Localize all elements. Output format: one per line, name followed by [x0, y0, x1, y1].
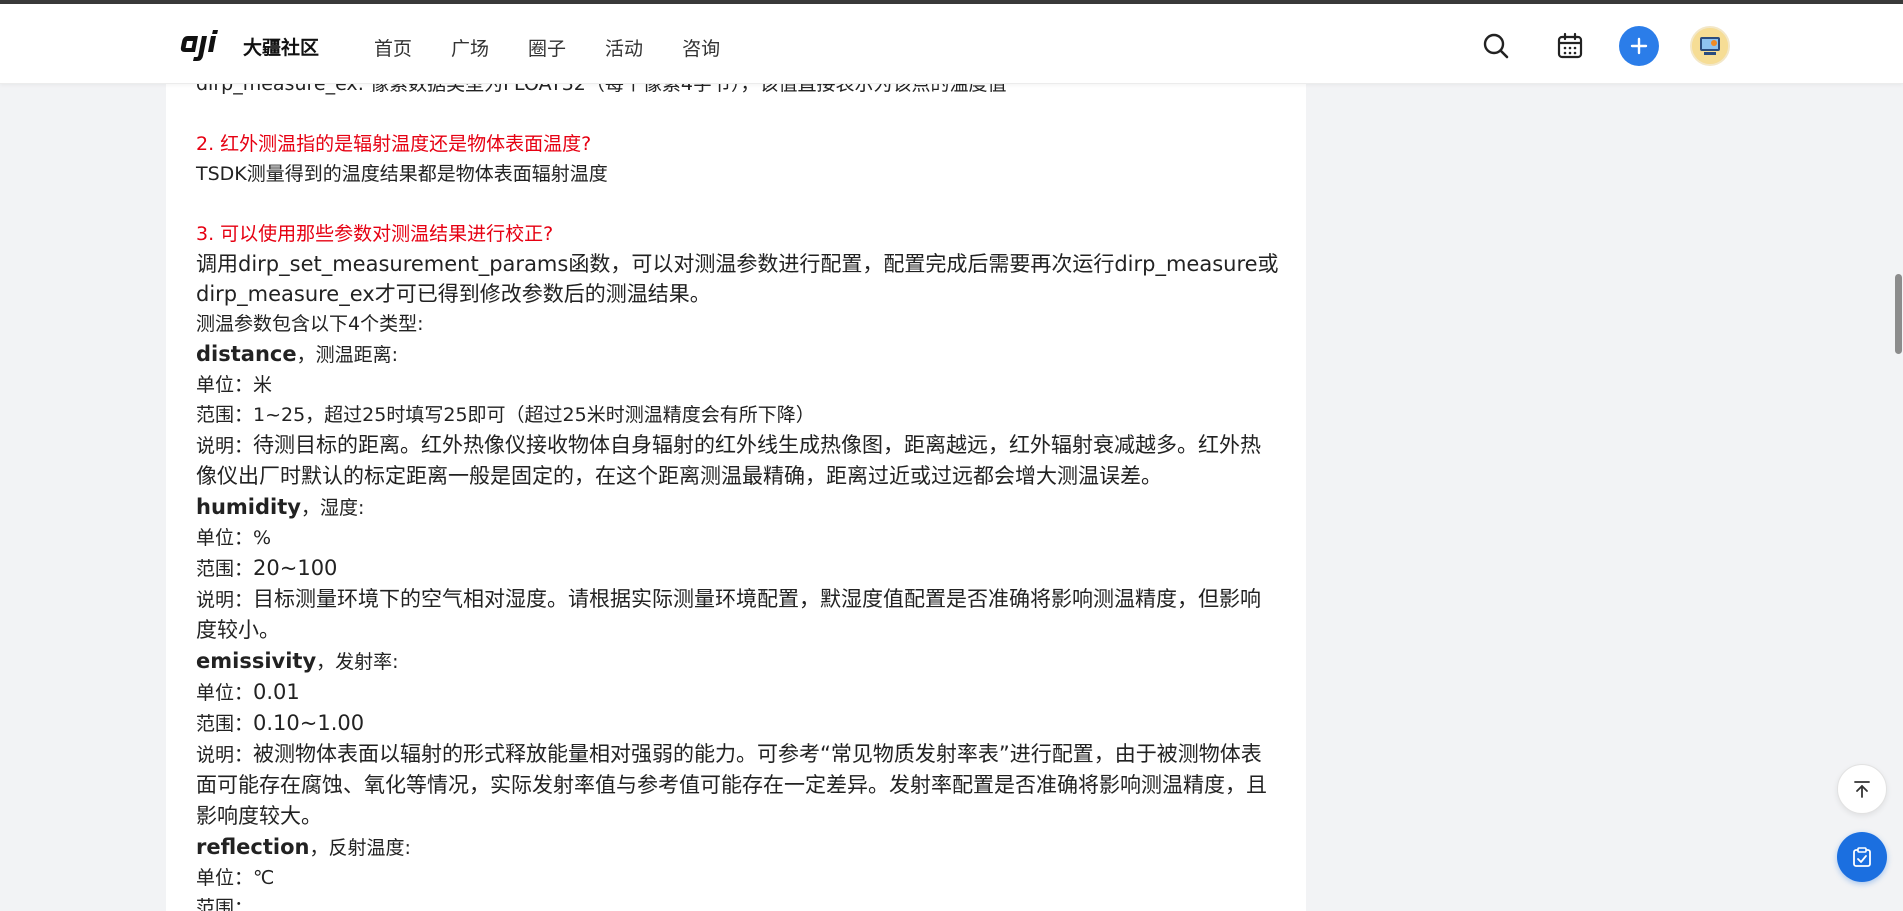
desc-text: 待测目标的距离。红外热像仪接收物体自身辐射的红外线生成热像图，距离越远，红外辐射… — [196, 433, 1262, 488]
param-humidity-desc: 说明：目标测量环境下的空气相对湿度。请根据实际测量环境配置，默湿度值配置是否准确… — [196, 584, 1276, 646]
param-emissivity-range: 范围：0.10~1.00 — [196, 708, 1276, 739]
site-header: 大疆社区 首页 广场 圈子 活动 咨询 — [0, 4, 1903, 84]
param-humidity-unit: 单位：% — [196, 527, 272, 549]
param-distance-desc: 说明：待测目标的距离。红外热像仪接收物体自身辐射的红外线生成热像图，距离越远，红… — [196, 430, 1276, 492]
user-avatar[interactable] — [1690, 26, 1730, 66]
param-title: ，发射率: — [316, 651, 399, 673]
nav-home[interactable]: 首页 — [374, 34, 412, 61]
param-emissivity-heading: emissivity，发射率: — [196, 646, 1276, 677]
param-title: ，反射温度: — [309, 837, 411, 859]
question-3: 3. 可以使用那些参数对测温结果进行校正? — [196, 223, 554, 245]
paragraph-pixel-type: dirp_measure_ex: 像素数据类型为FLOAT32（每个像素4字节）… — [196, 84, 1007, 95]
nav-circles[interactable]: 圈子 — [528, 34, 566, 61]
desc-label: 说明： — [196, 435, 254, 457]
param-humidity-heading: humidity，湿度: — [196, 492, 1276, 523]
nav-square[interactable]: 广场 — [451, 34, 489, 61]
page-scrollbar[interactable] — [1893, 84, 1903, 911]
param-distance-unit: 单位：米 — [196, 374, 273, 396]
param-title: ，湿度: — [300, 497, 365, 519]
avatar-image — [1692, 28, 1728, 64]
main-nav: 首页 广场 圈子 活动 咨询 — [374, 34, 759, 61]
article-card: dirp_measure_ex: 像素数据类型为FLOAT32（每个像素4字节）… — [166, 84, 1306, 911]
range-value: 0.10~1.00 — [253, 711, 365, 735]
range-value: 20~100 — [253, 556, 338, 580]
range-label: 范围： — [196, 558, 254, 580]
calendar-button[interactable] — [1550, 26, 1590, 66]
search-icon — [1483, 33, 1509, 59]
param-distance-range: 范围：1~25，超过25时填写25即可（超过25米时测温精度会有所下降） — [196, 404, 815, 426]
plus-icon — [1630, 37, 1648, 55]
param-reflection-heading: reflection，反射温度: — [196, 832, 1276, 863]
param-reflection-unit: 单位：℃ — [196, 867, 275, 889]
param-reflection-range: 范围： — [196, 897, 254, 911]
answer-3-line-1: 调用dirp_set_measurement_params函数，可以对测温参数进… — [196, 252, 1279, 276]
param-title: ，测温距离: — [296, 344, 398, 366]
desc-text: 目标测量环境下的空气相对湿度。请根据实际测量环境配置，默湿度值配置是否准确将影响… — [196, 587, 1262, 642]
desc-label: 说明： — [196, 744, 254, 766]
param-name: reflection — [196, 835, 310, 859]
feedback-button[interactable] — [1837, 832, 1887, 882]
search-button[interactable] — [1476, 26, 1516, 66]
question-2: 2. 红外测温指的是辐射温度还是物体表面温度? — [196, 133, 592, 155]
unit-value: 0.01 — [253, 680, 300, 704]
answer-2: TSDK测量得到的温度结果都是物体表面辐射温度 — [196, 163, 608, 185]
brand-name[interactable]: 大疆社区 — [243, 33, 319, 60]
nav-consult[interactable]: 咨询 — [682, 34, 720, 61]
answer-3-line-3: 测温参数包含以下4个类型: — [196, 313, 424, 335]
create-post-button[interactable] — [1619, 26, 1659, 66]
param-emissivity-unit: 单位：0.01 — [196, 677, 1276, 708]
arrow-up-icon — [1854, 781, 1870, 798]
param-humidity-range: 范围：20~100 — [196, 553, 1276, 584]
article-body: dirp_measure_ex: 像素数据类型为FLOAT32（每个像素4字节）… — [196, 84, 1279, 911]
scrollbar-thumb[interactable] — [1895, 274, 1902, 354]
dji-logo[interactable] — [178, 28, 250, 62]
unit-label: 单位： — [196, 682, 254, 704]
param-name: humidity — [196, 495, 301, 519]
nav-events[interactable]: 活动 — [605, 34, 643, 61]
calendar-icon — [1557, 32, 1583, 59]
param-emissivity-desc: 说明：被测物体表面以辐射的形式释放能量相对强弱的能力。可参考“常见物质发射率表”… — [196, 739, 1276, 832]
param-name: emissivity — [196, 649, 317, 673]
desc-label: 说明： — [196, 589, 254, 611]
range-label: 范围： — [196, 713, 254, 735]
param-distance-heading: distance，测温距离: — [196, 339, 1276, 370]
desc-text: 被测物体表面以辐射的形式释放能量相对强弱的能力。可参考“常见物质发射率表”进行配… — [196, 742, 1267, 828]
answer-3-line-2: dirp_measure_ex才可已得到修改参数后的测温结果。 — [196, 282, 711, 306]
param-name: distance — [196, 342, 297, 366]
clipboard-check-icon — [1853, 847, 1871, 867]
back-to-top-button[interactable] — [1837, 764, 1887, 814]
